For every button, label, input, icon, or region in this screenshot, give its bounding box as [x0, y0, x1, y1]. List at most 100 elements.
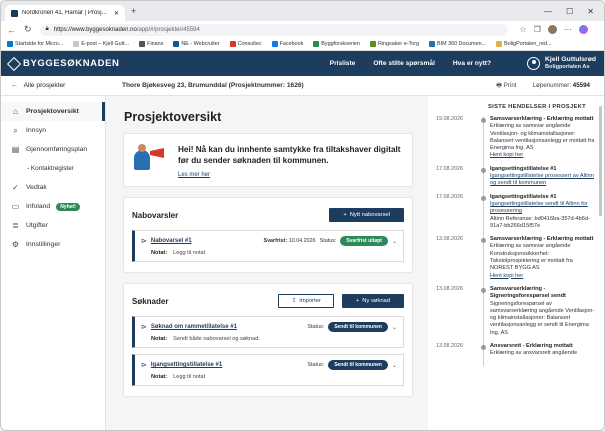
row-header: ⊳ Igangsettingstillatelse #1 Status: Sendt … [141, 360, 397, 370]
back-icon[interactable]: ← [7, 25, 16, 35]
sidebar-item-6[interactable]: ≣ Utgifter [1, 216, 105, 235]
event-text: Erklæring av samsvar angående Ventilasjo… [490, 123, 595, 152]
url-domain: https://www.byggesoknaden.no [53, 26, 137, 33]
row-link[interactable]: Nabovarsel #1 [151, 238, 192, 244]
bookmark-item[interactable]: NE - Webcruiter [173, 41, 220, 47]
read-more-link[interactable]: Les mer her [178, 172, 404, 178]
note-text[interactable]: Legg til notat [173, 250, 205, 256]
sidebar-item-2[interactable]: ▤ Gjennomføringsplan [1, 140, 105, 159]
browser-tab[interactable]: Nordkronen 41, Hamar | Prosjekto... ✕ [5, 5, 125, 21]
printer-icon: 🖶︎ [496, 82, 503, 89]
sidebar-item-1[interactable]: ⌕ Innsyn [1, 121, 105, 140]
bookmark-icon [369, 41, 376, 47]
sidebar-item-7[interactable]: ⚙ Innstillinger [1, 235, 105, 254]
sidebar-item-label: Prosjektoversikt [26, 108, 79, 115]
favorites-icon[interactable]: ❐ [534, 25, 541, 34]
soknader-section: Søknader ⇪ Importer + Ny søknad ⊳ Søknad om… [124, 284, 412, 396]
back-to-projects[interactable]: ← Alle prosjekter [1, 82, 104, 89]
print-button[interactable]: 🖶︎ Print [496, 80, 516, 91]
chevron-down-icon[interactable]: ⌄ [392, 238, 397, 245]
nav-whats-new[interactable]: Hva er nytt? [453, 60, 491, 67]
event-link[interactable]: Igangsettingstillatelse prosessert av Al… [490, 173, 596, 188]
timeline [478, 285, 490, 346]
bookmark-label: NE - Webcruiter [181, 41, 220, 47]
chevron-down-icon[interactable]: ⌄ [392, 362, 397, 369]
row-meta: Status: Sendt til kommunen ⌄ [307, 322, 397, 332]
lopenummer-value: 45594 [572, 82, 590, 89]
bookmark-item[interactable]: Facebook [271, 41, 303, 47]
user-name: Kjell Guttulsrød [545, 56, 596, 63]
bookmark-icon [73, 41, 80, 47]
soknader-row[interactable]: ⊳ Igangsettingstillatelse #1 Status: Sendt … [132, 354, 404, 386]
note-text[interactable]: Legg til notat [173, 374, 205, 380]
profile-avatar[interactable] [547, 25, 557, 34]
copilot-icon[interactable] [578, 25, 588, 34]
lopenummer: Løpenummer: 45594 [533, 82, 590, 89]
app-logo[interactable]: BYGGESØKNADEN [6, 56, 119, 71]
row-link[interactable]: Igangsettingstillatelse #1 [151, 362, 222, 368]
soknader-row[interactable]: ⊳ Søknad om rammetillatelse #1 Status: Send… [132, 316, 404, 348]
nabovarsler-row[interactable]: ⊳ Nabovarsel #1 Svarfrist: 10.04.2026 Statu… [132, 230, 404, 262]
browser-window: Nordkronen 41, Hamar | Prosjekto... ✕ + … [0, 0, 605, 431]
note-label: Notat: [151, 374, 168, 380]
maximize-icon[interactable]: ☐ [566, 7, 573, 16]
nav-faq[interactable]: Ofte stilte spørsmål [373, 60, 435, 67]
minimize-icon[interactable]: — [544, 7, 552, 16]
bookmark-item[interactable]: Consultec [229, 41, 262, 47]
welcome-text: Hei! Nå kan du innhente samtykke fra til… [178, 145, 401, 165]
bookmark-label: E-post – Kjell Gutt... [81, 41, 130, 47]
new-nabovarsel-button[interactable]: + Nytt nabovarsel [329, 208, 404, 222]
sidebar-item-0[interactable]: ⌂ Prosjektoversikt [1, 102, 105, 121]
sidebar-item-3[interactable]: - Kontaktregister [1, 159, 105, 178]
timeline [478, 343, 490, 365]
row-meta: Svarfrist: 10.04.2026 Status: Svarfrist ut… [263, 236, 397, 246]
import-button[interactable]: ⇪ Importer [278, 294, 334, 308]
house-icon: ⌂ [13, 107, 18, 116]
gear-icon: ⚙ [11, 240, 20, 249]
timeline [478, 116, 490, 168]
url-path: /app/#/prosjekter/45594 [136, 26, 200, 33]
nabovarsler-section: Nabovarsler + Nytt nabovarsel ⊳ Nabovarsel… [124, 198, 412, 272]
close-window-icon[interactable]: ✕ [587, 7, 594, 16]
row-note: Notat: Sendt både nabovarsel og søknad. [141, 336, 397, 342]
bookmark-item[interactable]: Startside for Micro... [7, 41, 63, 47]
note-text[interactable]: Sendt både nabovarsel og søknad. [173, 336, 260, 342]
deadline-value: 10.04.2026 [288, 238, 316, 244]
user-menu[interactable]: Kjell Guttulsrød Boligportalen As [527, 56, 596, 71]
sidebar-item-4[interactable]: ✓ Vedtak [1, 178, 105, 197]
bookmark-item[interactable]: Finans [139, 41, 163, 47]
bookmark-item[interactable]: Byggforskserien [313, 41, 360, 47]
url-field[interactable]: 🔒︎ https://www.byggesoknaden.no/app/#/pr… [39, 23, 508, 36]
new-nabovarsel-label: Nytt nabovarsel [349, 212, 390, 218]
close-tab-icon[interactable]: ✕ [114, 10, 119, 17]
nav-prisliste[interactable]: Prisliste [330, 60, 356, 67]
bookmark-item[interactable]: BIM 360 Documen... [428, 41, 486, 47]
event-link[interactable]: Igangsettingstillatelse sendt til Altinn… [490, 201, 596, 216]
nabovarsler-title: Nabovarsler [132, 210, 179, 220]
event-link[interactable]: Hent kopi her [490, 152, 596, 159]
event-body: Samsvarserklæring - Signeringsforespørse… [490, 286, 596, 337]
bookmark-item[interactable]: BoligPortalen_red... [496, 41, 551, 47]
project-bar: ← Alle prosjekter Thore Bjøkesveg 23, Br… [1, 76, 604, 96]
row-link[interactable]: Søknad om rammetillatelse #1 [151, 324, 237, 330]
reload-icon[interactable]: ↻ [24, 24, 32, 35]
sidebar-item-5[interactable]: ▭ Infoland Nyhet! [1, 197, 105, 216]
header-nav: Prisliste Ofte stilte spørsmål Hva er ny… [330, 56, 596, 71]
star-icon[interactable]: ☆ [520, 25, 527, 34]
print-label: Print [503, 82, 517, 89]
address-bar: ← ↻ 🔒︎ https://www.byggesoknaden.no/app/… [1, 21, 604, 38]
bookmark-item[interactable]: E-post – Kjell Gutt... [73, 41, 129, 47]
event-item: 13.08.2026 Samsvarserklæring - Erklæring … [436, 236, 596, 288]
event-title: Igangsettingstillatelse #1 [490, 193, 557, 200]
new-tab-icon[interactable]: + [131, 6, 136, 16]
event-text: Erklæring av ansvarsrett angående [490, 350, 578, 357]
more-icon[interactable]: ⋯ [564, 25, 572, 34]
event-link[interactable]: Hent kopi her [490, 273, 596, 280]
status-label: Status: [307, 362, 325, 368]
deadline-label: Svarfrist: [263, 238, 288, 244]
chevron-down-icon[interactable]: ⌄ [392, 324, 397, 331]
bookmark-item[interactable]: Ringsaker e-Torg [369, 41, 419, 47]
events-scrollbar[interactable] [599, 106, 602, 216]
new-soknad-button[interactable]: + Ny søknad [341, 294, 404, 308]
status-badge: Sendt til kommunen [328, 360, 388, 370]
